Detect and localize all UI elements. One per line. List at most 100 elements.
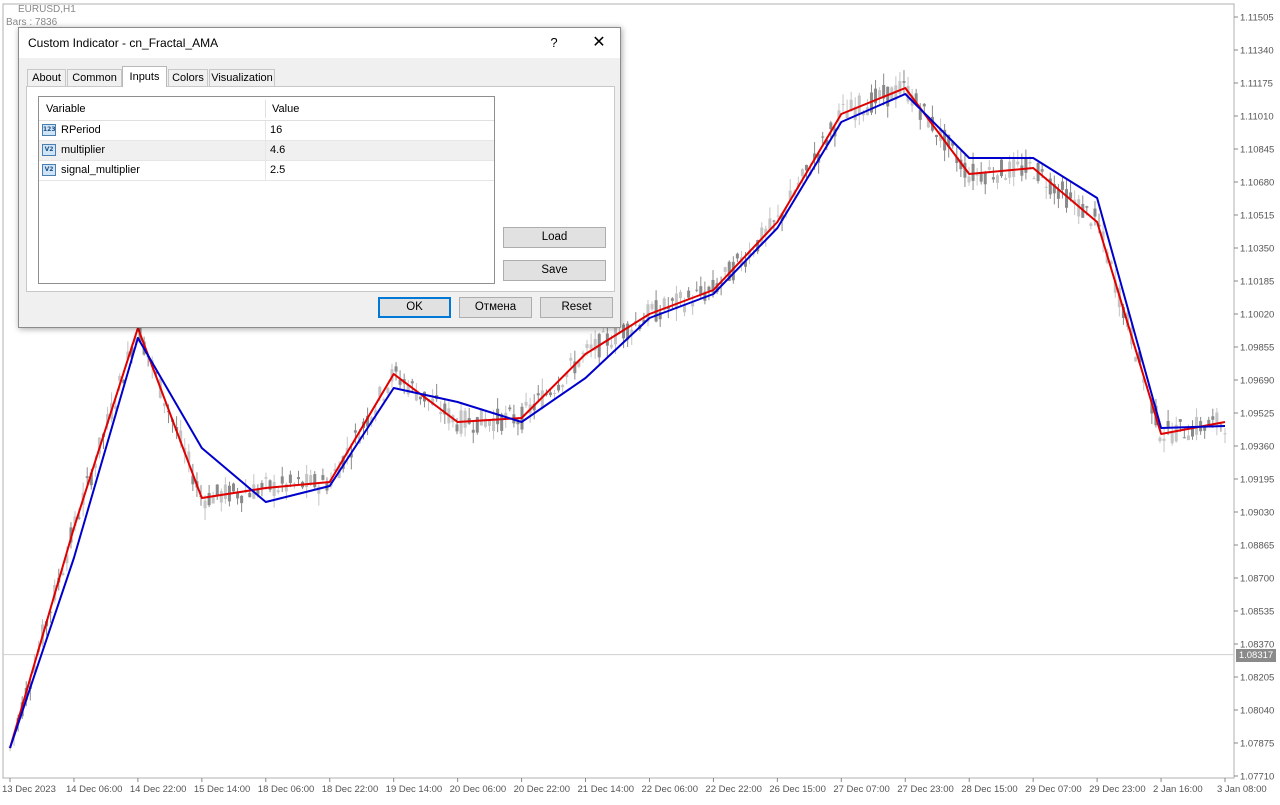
cancel-button[interactable]: Отмена <box>459 297 532 318</box>
candle-body <box>203 500 207 509</box>
candle-body <box>410 381 414 384</box>
price-label: 1.10845 <box>1240 145 1274 156</box>
variable-value[interactable]: 16 <box>270 124 282 136</box>
candle-body <box>841 103 845 105</box>
candle-body <box>995 175 999 183</box>
candle-body <box>1020 165 1024 176</box>
time-label: 18 Dec 22:00 <box>322 784 379 795</box>
input-row-signal-multiplier[interactable]: V2 signal_multiplier 2.5 <box>39 161 494 181</box>
candle-body <box>536 393 540 396</box>
candle-body <box>455 424 459 432</box>
load-button[interactable]: Load <box>503 227 606 248</box>
candle-body <box>569 357 573 361</box>
candle-body <box>231 483 235 492</box>
candle-body <box>581 352 585 354</box>
candle-body <box>1024 157 1028 173</box>
candle-body <box>487 420 491 426</box>
close-button[interactable]: ✕ <box>582 30 616 56</box>
candle-body <box>601 331 605 333</box>
price-label: 1.08205 <box>1240 673 1274 684</box>
candle-body <box>1012 159 1016 177</box>
time-label: 22 Dec 22:00 <box>705 784 762 795</box>
candle-body <box>678 292 682 299</box>
price-label: 1.08040 <box>1240 706 1274 717</box>
double-icon: V2 <box>42 164 56 176</box>
tab-visualization[interactable]: Visualization <box>209 69 275 86</box>
candle-body <box>760 227 764 245</box>
variable-value[interactable]: 2.5 <box>270 164 285 176</box>
candle-body <box>386 387 390 394</box>
candle-body <box>1170 432 1174 444</box>
ok-button[interactable]: OK <box>378 297 451 318</box>
time-label: 22 Dec 06:00 <box>641 784 698 795</box>
inputs-panel: Variable Value 123 RPeriod 16 V2 multipl… <box>26 86 615 292</box>
candle-body <box>776 215 780 217</box>
column-divider[interactable] <box>265 100 266 118</box>
tab-inputs[interactable]: Inputs <box>122 66 167 87</box>
time-label: 29 Dec 23:00 <box>1089 784 1146 795</box>
price-label: 1.11505 <box>1240 13 1274 24</box>
candle-body <box>1040 169 1044 172</box>
candle-body <box>1223 433 1227 435</box>
help-button[interactable]: ? <box>539 30 569 56</box>
price-label: 1.11340 <box>1240 46 1274 57</box>
candle-body <box>215 484 219 496</box>
candle-body <box>240 495 244 504</box>
current-price-badge: 1.08317 <box>1236 649 1276 662</box>
candle-body <box>800 169 804 177</box>
candle-body <box>589 344 593 349</box>
time-label: 2 Jan 16:00 <box>1153 784 1203 795</box>
candle-body <box>248 492 252 498</box>
candle-body <box>967 176 971 183</box>
candle-body <box>857 95 861 115</box>
column-value[interactable]: Value <box>272 103 299 115</box>
candle-body <box>991 177 995 180</box>
time-label: 28 Dec 15:00 <box>961 784 1018 795</box>
candle-body <box>723 267 727 272</box>
candle-body <box>439 412 443 415</box>
price-label: 1.08865 <box>1240 541 1274 552</box>
save-button[interactable]: Save <box>503 260 606 281</box>
column-variable[interactable]: Variable <box>46 103 86 115</box>
candle-body <box>1182 437 1186 439</box>
time-label: 14 Dec 06:00 <box>66 784 123 795</box>
reset-button[interactable]: Reset <box>540 297 613 318</box>
price-label: 1.09195 <box>1240 475 1274 486</box>
candle-body <box>687 290 691 298</box>
price-label: 1.10350 <box>1240 244 1274 255</box>
candle-body <box>508 407 512 410</box>
custom-indicator-dialog: Custom Indicator - cn_Fractal_AMA ? ✕ Ab… <box>18 27 621 328</box>
cell-divider <box>265 141 266 160</box>
price-label: 1.10020 <box>1240 310 1274 321</box>
candle-body <box>475 417 479 433</box>
candle-body <box>1016 161 1020 165</box>
candle-body <box>1158 437 1162 442</box>
time-label: 27 Dec 23:00 <box>897 784 954 795</box>
variable-value[interactable]: 4.6 <box>270 144 285 156</box>
input-row-rperiod[interactable]: 123 RPeriod 16 <box>39 121 494 141</box>
candle-body <box>1060 181 1064 190</box>
variable-name: signal_multiplier <box>61 164 140 176</box>
candle-body <box>418 396 422 400</box>
tab-colors[interactable]: Colors <box>168 69 208 86</box>
time-label: 29 Dec 07:00 <box>1025 784 1082 795</box>
candle-body <box>1085 206 1089 208</box>
candle-body <box>236 492 240 499</box>
time-label: 20 Dec 06:00 <box>450 784 507 795</box>
cell-divider <box>265 161 266 180</box>
price-label: 1.09030 <box>1240 508 1274 519</box>
candle-body <box>313 474 317 488</box>
candle-body <box>394 366 398 372</box>
candle-body <box>1178 419 1182 422</box>
time-label: 3 Jan 08:00 <box>1217 784 1267 795</box>
input-row-multiplier[interactable]: V2 multiplier 4.6 <box>39 141 494 161</box>
candle-body <box>1162 438 1166 441</box>
tab-about[interactable]: About <box>27 69 66 86</box>
candle-body <box>223 484 227 499</box>
candle-body <box>479 408 483 426</box>
candle-body <box>524 401 528 406</box>
dialog-titlebar[interactable]: Custom Indicator - cn_Fractal_AMA ? ✕ <box>19 28 620 58</box>
double-icon: V2 <box>42 144 56 156</box>
price-label: 1.08535 <box>1240 607 1274 618</box>
tab-common[interactable]: Common <box>67 69 122 86</box>
